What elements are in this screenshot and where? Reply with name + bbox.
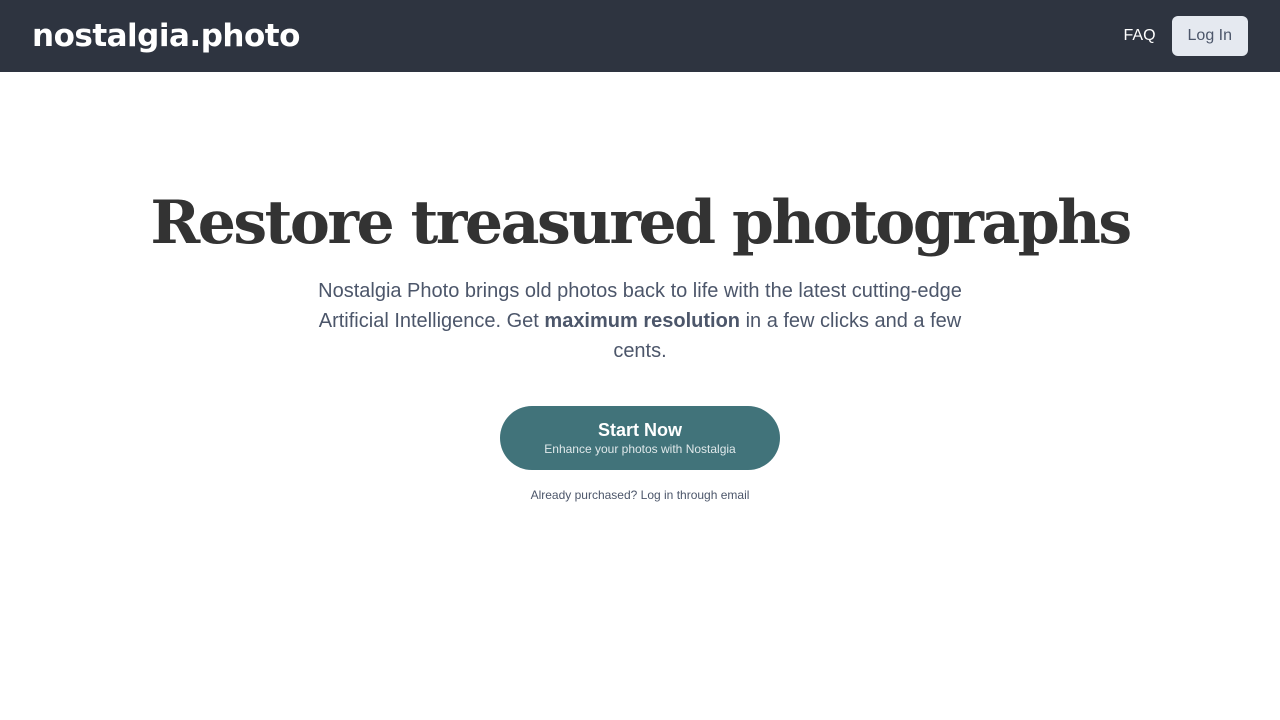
hero-section: Restore treasured photographs Nostalgia … (0, 72, 1280, 502)
page-title: Restore treasured photographs (150, 188, 1132, 258)
header-nav: FAQ Log In (1124, 16, 1248, 56)
top-navbar: nostalgia.photo FAQ Log In (0, 0, 1280, 72)
site-logo[interactable]: nostalgia.photo (32, 20, 300, 52)
start-now-label: Start Now (597, 420, 682, 440)
faq-link[interactable]: FAQ (1124, 27, 1156, 45)
hero-subtitle: Nostalgia Photo brings old photos back t… (300, 276, 980, 366)
start-now-sublabel: Enhance your photos with Nostalgia (544, 442, 736, 456)
login-button[interactable]: Log In (1171, 16, 1248, 56)
subtitle-highlight: maximum resolution (544, 310, 741, 332)
email-login-link[interactable]: Already purchased? Log in through email (531, 488, 750, 502)
start-now-button[interactable]: Start Now Enhance your photos with Nosta… (500, 406, 780, 470)
